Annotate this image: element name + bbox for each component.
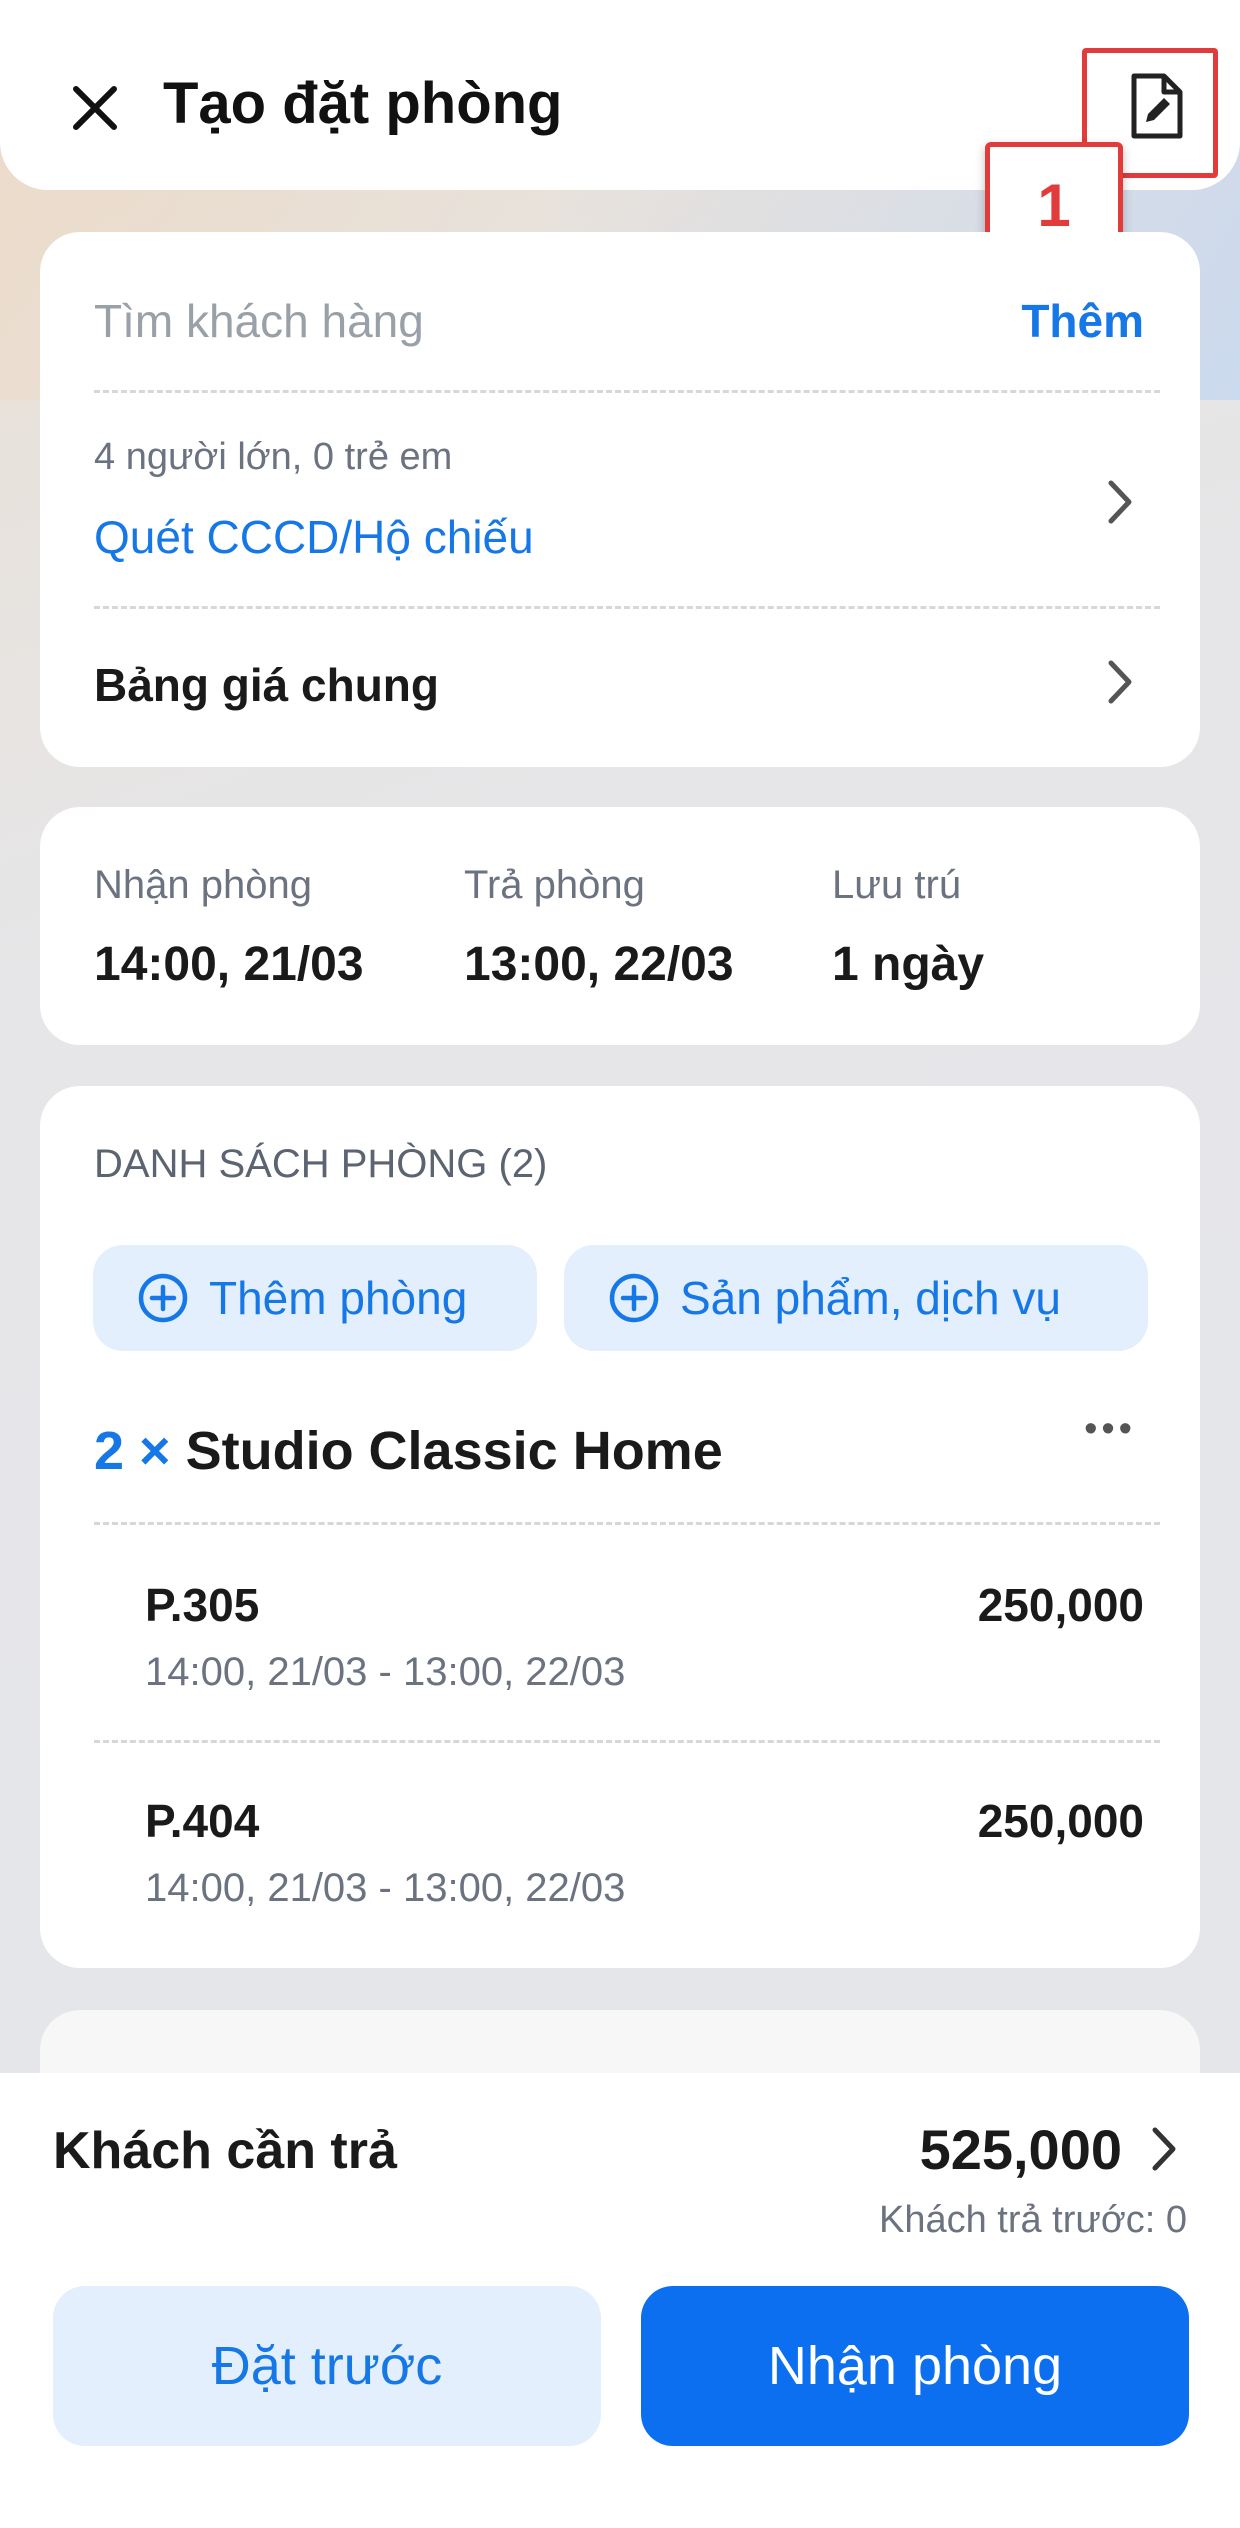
checkin-button[interactable]: Nhận phòng [641,2286,1189,2446]
divider [94,390,1160,393]
room-item-period: 14:00, 21/03 - 13:00, 22/03 [145,1650,626,1694]
price-list-row[interactable]: Bảng giá chung [94,658,1146,712]
price-list-label: Bảng giá chung [94,659,439,711]
checkout-value: 13:00, 22/03 [464,938,734,991]
reserve-button[interactable]: Đặt trước [53,2286,601,2446]
add-circle-icon [608,1272,660,1324]
more-options-icon[interactable]: ••• [1084,1408,1136,1451]
checkin-label: Nhận phòng [94,863,312,907]
rooms-card: DANH SÁCH PHÒNG (2) Thêm phòng Sản phẩm,… [40,1086,1200,1968]
total-chevron-icon[interactable] [1144,2119,1184,2179]
close-icon [70,83,120,138]
divider [94,606,1160,609]
add-circle-icon [137,1272,189,1324]
customer-search-input[interactable]: Tìm khách hàng [94,295,424,347]
price-list-chevron-icon[interactable] [1100,652,1140,712]
divider [94,1522,1160,1525]
add-service-label: Sản phẩm, dịch vụ [680,1272,1062,1324]
guests-summary: 4 người lớn, 0 trẻ em [94,436,1146,479]
close-button[interactable] [60,75,130,145]
page-title: Tạo đặt phòng [163,71,563,136]
add-room-button[interactable]: Thêm phòng [93,1245,537,1351]
guests-summary-text: 4 người lớn, 0 trẻ em [94,436,453,478]
divider [94,1740,1160,1743]
stay-dates-card[interactable]: Nhận phòng 14:00, 21/03 Trả phòng 13:00,… [40,807,1200,1045]
room-item-name[interactable]: P.305 [145,1578,259,1632]
room-group-header[interactable]: 2 × Studio Classic Home [94,1420,723,1482]
room-group-quantity: 2 × [94,1421,171,1481]
checkin-value: 14:00, 21/03 [94,938,364,991]
checkout-label: Trả phòng [464,863,645,907]
scan-id-label: Quét CCCD/Hộ chiếu [94,511,534,563]
prepaid-text: Khách trả trước: 0 [878,2199,1187,2241]
room-item-period: 14:00, 21/03 - 13:00, 22/03 [145,1866,626,1910]
room-item-name[interactable]: P.404 [145,1794,259,1848]
scan-id-link[interactable]: Quét CCCD/Hộ chiếu [94,510,1146,564]
customer-search-row[interactable]: Tìm khách hàng [94,294,1146,348]
total-label: Khách cần trả [53,2122,397,2180]
duration-label: Lưu trú [832,863,962,907]
room-group-name: Studio Classic Home [185,1421,723,1481]
duration-value: 1 ngày [832,938,985,991]
room-item-price: 250,000 [977,1795,1144,1847]
total-value[interactable]: 525,000 [920,2117,1122,2182]
add-room-label: Thêm phòng [209,1272,468,1324]
rooms-section-title: DANH SÁCH PHÒNG (2) [94,1142,548,1186]
customer-card: Tìm khách hàng Thêm 4 người lớn, 0 trẻ e… [40,232,1200,767]
room-item-price: 250,000 [977,1579,1144,1631]
add-customer-button[interactable]: Thêm [1021,294,1144,348]
add-service-button[interactable]: Sản phẩm, dịch vụ [564,1245,1148,1351]
guests-chevron-icon[interactable] [1100,472,1140,532]
